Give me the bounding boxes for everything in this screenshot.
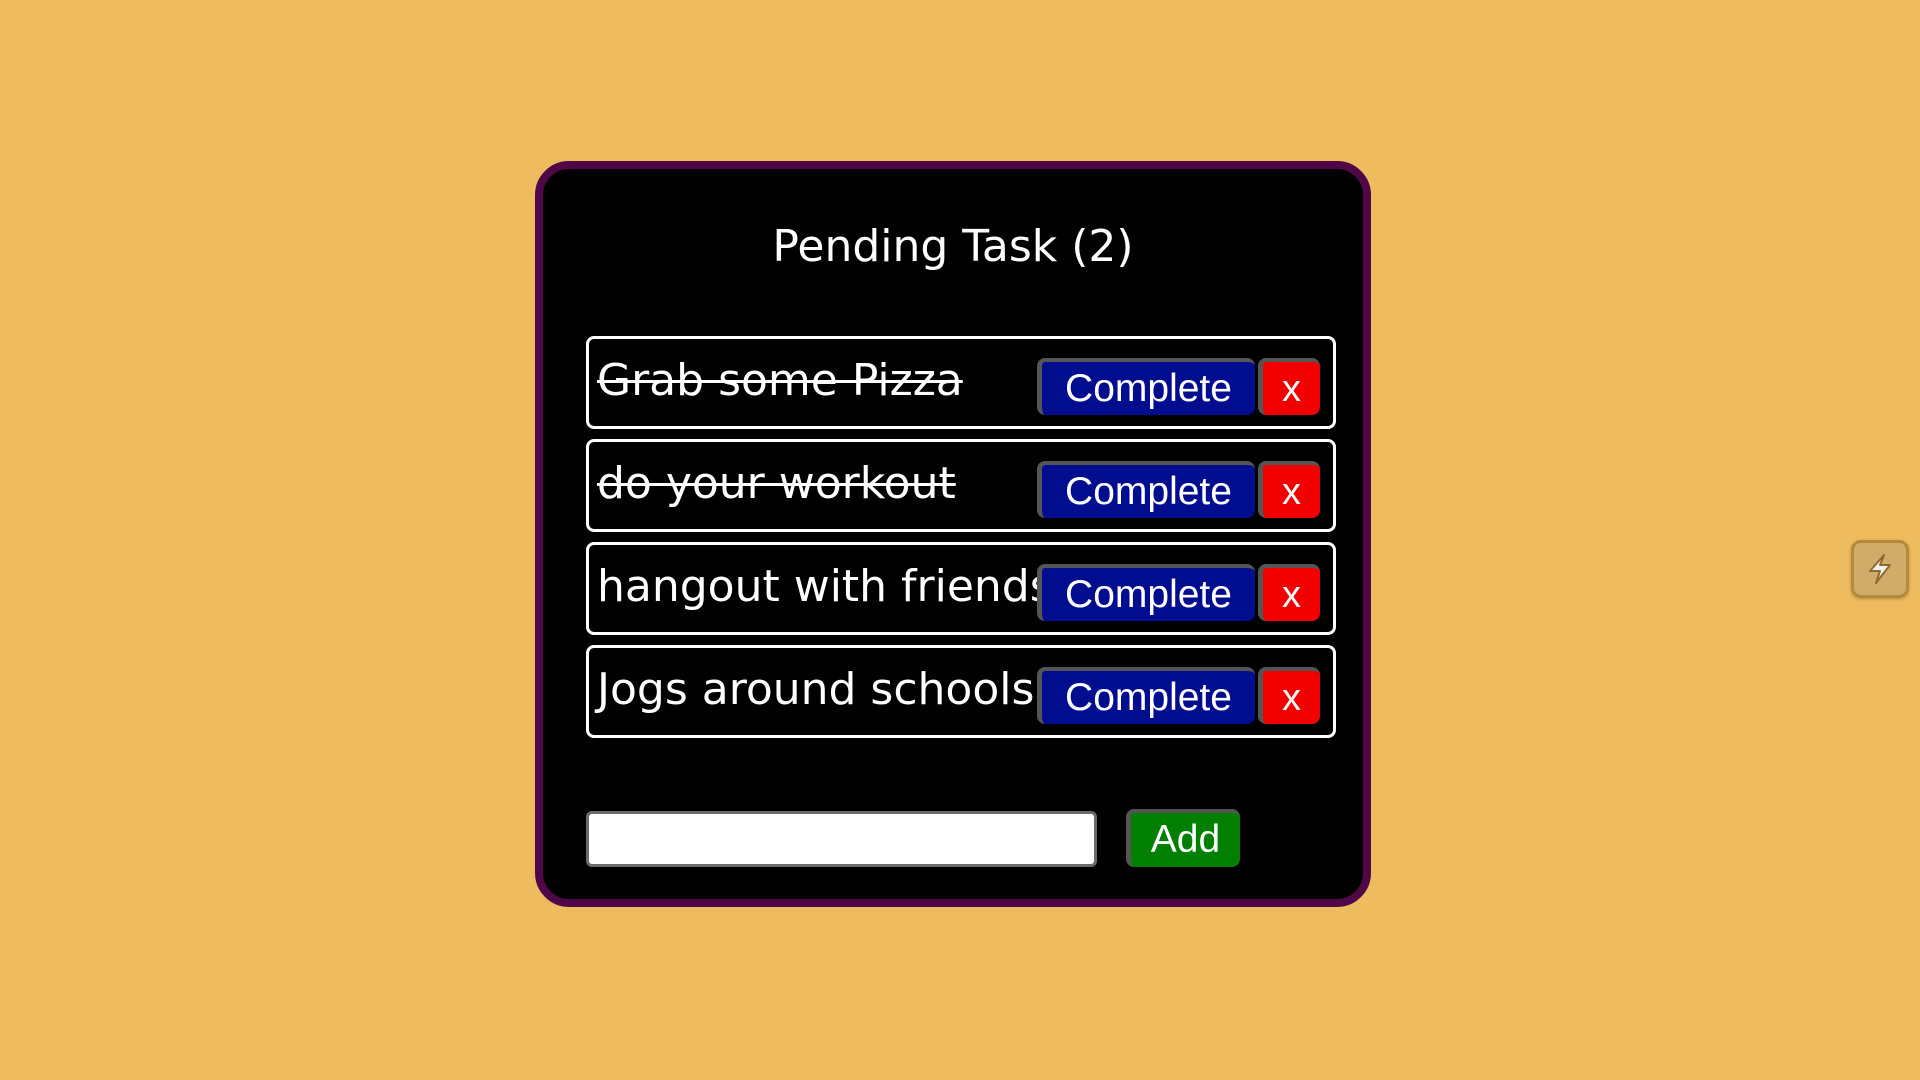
complete-button[interactable]: Complete	[1037, 564, 1255, 621]
delete-button[interactable]: x	[1258, 358, 1320, 415]
task-row-grab-some-pizza: Grab some Pizza Complete x	[586, 336, 1336, 429]
task-text: Grab some Pizza	[597, 355, 963, 406]
complete-button[interactable]: Complete	[1037, 358, 1255, 415]
lightning-icon	[1869, 554, 1891, 584]
complete-button[interactable]: Complete	[1037, 667, 1255, 724]
task-text: hangout with friends	[597, 561, 1053, 612]
task-text: Jogs around schools	[597, 664, 1035, 715]
page-title: Pending Task (2)	[772, 221, 1134, 272]
delete-button[interactable]: x	[1258, 461, 1320, 518]
task-row-hangout-with-friends: hangout with friends Complete x	[586, 542, 1336, 635]
task-text: do your workout	[597, 458, 956, 509]
delete-button[interactable]: x	[1258, 667, 1320, 724]
delete-button[interactable]: x	[1258, 564, 1320, 621]
complete-button[interactable]: Complete	[1037, 461, 1255, 518]
task-row-jogs-around-schools: Jogs around schools Complete x	[586, 645, 1336, 738]
side-widget-button[interactable]	[1851, 540, 1909, 598]
task-row-do-your-workout: do your workout Complete x	[586, 439, 1336, 532]
todo-card: Pending Task (2) Grab some Pizza Complet…	[535, 161, 1371, 907]
new-task-input[interactable]	[586, 811, 1097, 867]
task-list: Grab some Pizza Complete x do your worko…	[586, 336, 1336, 748]
add-task-button[interactable]: Add	[1126, 809, 1240, 867]
